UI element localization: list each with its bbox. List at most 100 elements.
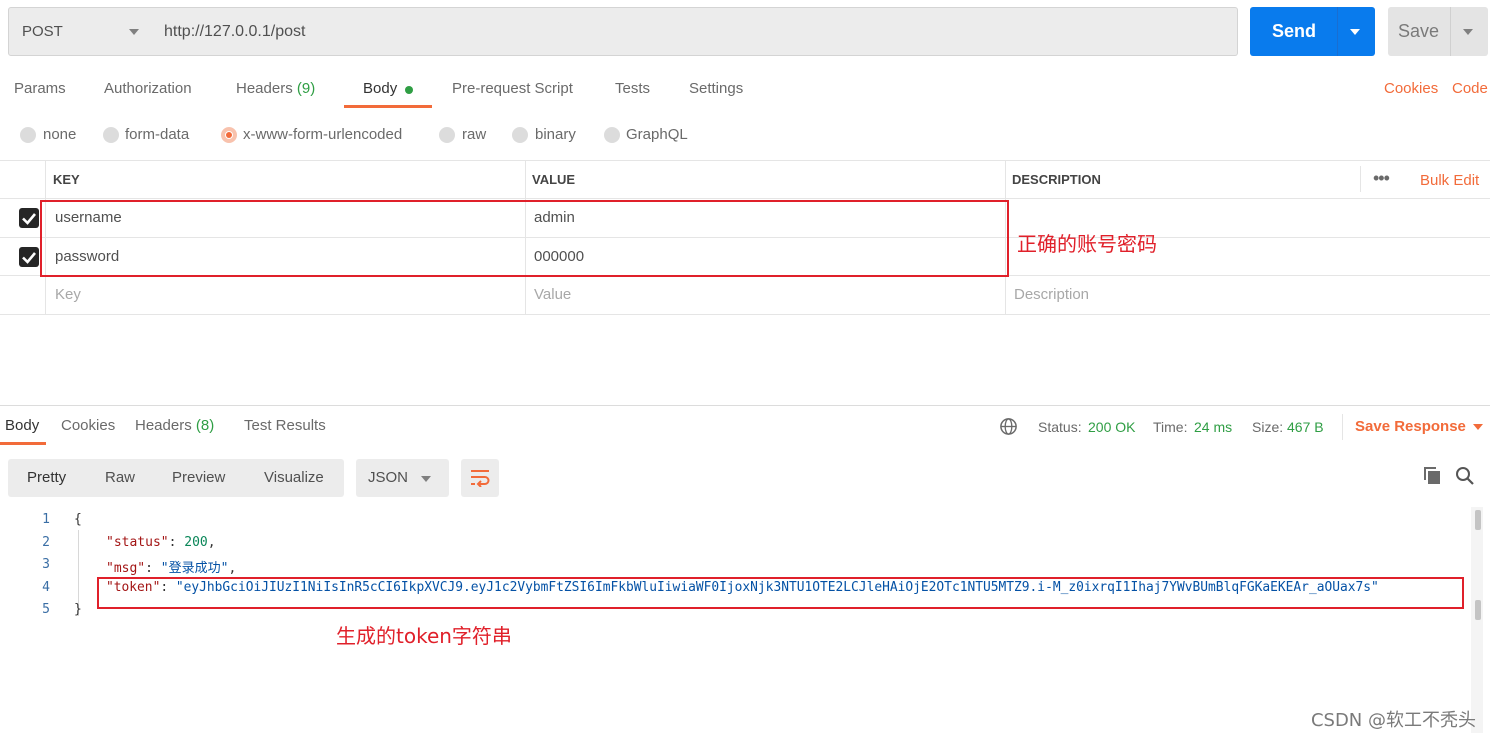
tab-authorization[interactable]: Authorization	[104, 80, 192, 97]
chevron-down-icon	[129, 29, 139, 35]
response-tab-headers-count: (8)	[195, 417, 215, 434]
credentials-highlight-box	[40, 200, 1009, 277]
tab-settings[interactable]: Settings	[689, 80, 743, 97]
method-select[interactable]: POST	[8, 7, 152, 56]
new-description-input[interactable]: Description	[1014, 286, 1089, 303]
radio-form-data[interactable]	[103, 127, 119, 143]
json-close-brace: }	[74, 602, 82, 617]
column-header-value: VALUE	[532, 172, 576, 187]
table-top-border	[0, 160, 1490, 161]
editor-scrollbar[interactable]	[1471, 507, 1483, 733]
tab-params[interactable]: Params	[14, 80, 66, 97]
row-checkbox-username[interactable]	[19, 208, 39, 228]
radio-graphql[interactable]	[604, 127, 620, 143]
send-divider	[1337, 7, 1338, 56]
line-number: 1	[42, 512, 50, 527]
format-label: JSON	[368, 469, 409, 486]
row-checkbox-password[interactable]	[19, 247, 39, 267]
json-key-status: "status"	[106, 535, 169, 550]
view-preview[interactable]: Preview	[172, 469, 225, 486]
time-value: 24 ms	[1194, 419, 1233, 435]
response-divider	[0, 405, 1490, 406]
tab-headers[interactable]: Headers (9)	[236, 80, 315, 97]
table-header-border	[0, 198, 1490, 199]
view-raw[interactable]: Raw	[105, 469, 135, 486]
wrap-lines-button[interactable]	[461, 459, 499, 497]
status-value: 200 OK	[1088, 419, 1136, 435]
response-tab-cookies[interactable]: Cookies	[61, 417, 115, 434]
tab-tests[interactable]: Tests	[615, 80, 650, 97]
save-options-chevron-icon[interactable]	[1463, 29, 1473, 35]
column-header-key: KEY	[53, 172, 80, 187]
response-tab-headers[interactable]: Headers (8)	[135, 417, 214, 434]
response-tab-headers-label: Headers	[135, 417, 192, 434]
radio-urlencoded[interactable]	[221, 127, 237, 143]
more-options-icon[interactable]: •••	[1373, 168, 1390, 189]
radio-none-label[interactable]: none	[43, 126, 76, 143]
json-line-1: {	[74, 512, 82, 527]
json-value-msg: "登录成功"	[160, 561, 229, 576]
url-input[interactable]: http://127.0.0.1/post	[151, 7, 1238, 56]
radio-graphql-label[interactable]: GraphQL	[626, 126, 688, 143]
line-number: 5	[42, 602, 50, 617]
save-button[interactable]: Save	[1388, 7, 1488, 56]
save-divider	[1450, 7, 1451, 56]
tab-body[interactable]: Body	[363, 80, 397, 97]
send-button[interactable]: Send	[1250, 7, 1375, 56]
tab-prerequest-script[interactable]: Pre-request Script	[452, 80, 573, 97]
new-key-input[interactable]: Key	[55, 286, 81, 303]
chevron-down-icon	[421, 476, 431, 482]
radio-binary[interactable]	[512, 127, 528, 143]
checkmark-icon	[22, 252, 36, 264]
json-open-brace: {	[74, 512, 82, 527]
active-tab-underline	[344, 105, 432, 108]
url-text: http://127.0.0.1/post	[164, 23, 306, 40]
view-visualize[interactable]: Visualize	[264, 469, 324, 486]
credentials-annotation: 正确的账号密码	[1017, 232, 1157, 256]
json-line-2: "status": 200,	[106, 535, 216, 550]
table-bottom-border	[0, 314, 1490, 315]
response-tab-body[interactable]: Body	[5, 417, 39, 434]
token-highlight-box	[97, 577, 1464, 609]
save-label: Save	[1398, 21, 1440, 41]
globe-icon[interactable]	[999, 417, 1018, 436]
line-number: 3	[42, 557, 50, 572]
search-icon[interactable]	[1455, 466, 1475, 486]
table-col-divider	[1360, 166, 1361, 192]
view-mode-bar: Pretty Raw Preview Visualize	[8, 459, 344, 497]
radio-form-data-label[interactable]: form-data	[125, 126, 189, 143]
time-label: Time:	[1153, 419, 1188, 435]
send-label: Send	[1272, 21, 1317, 41]
radio-none[interactable]	[20, 127, 36, 143]
bulk-edit-link[interactable]: Bulk Edit	[1420, 172, 1479, 189]
cookies-link[interactable]: Cookies	[1384, 80, 1438, 97]
watermark: CSDN @软工不秃头	[1310, 710, 1476, 731]
new-value-input[interactable]: Value	[534, 286, 571, 303]
radio-urlencoded-label[interactable]: x-www-form-urlencoded	[243, 126, 402, 143]
radio-binary-label[interactable]: binary	[535, 126, 576, 143]
radio-raw[interactable]	[439, 127, 455, 143]
status-divider	[1342, 414, 1343, 440]
json-line-5: }	[74, 602, 82, 617]
tab-headers-label: Headers	[236, 80, 293, 97]
checkmark-icon	[22, 213, 36, 225]
line-number: 2	[42, 535, 50, 550]
response-tab-test-results[interactable]: Test Results	[244, 417, 326, 434]
save-response-button[interactable]: Save Response	[1355, 418, 1466, 435]
size-label: Size:	[1252, 419, 1284, 435]
view-pretty[interactable]: Pretty	[27, 469, 66, 486]
json-value-status: 200	[184, 535, 208, 550]
format-select[interactable]: JSON	[356, 459, 449, 497]
editor-scrollbar-thumb[interactable]	[1475, 600, 1481, 620]
code-link[interactable]: Code	[1452, 80, 1488, 97]
json-line-3: "msg": "登录成功",	[106, 561, 237, 576]
status-label: Status:	[1038, 419, 1082, 435]
save-response-chevron-icon[interactable]	[1473, 424, 1483, 430]
token-annotation: 生成的token字符串	[336, 624, 512, 648]
send-options-chevron-icon[interactable]	[1350, 29, 1360, 35]
copy-icon[interactable]	[1423, 466, 1443, 486]
line-number: 4	[42, 580, 50, 595]
json-key-msg: "msg"	[106, 561, 146, 576]
radio-raw-label[interactable]: raw	[462, 126, 486, 143]
editor-scrollbar-thumb[interactable]	[1475, 510, 1481, 530]
